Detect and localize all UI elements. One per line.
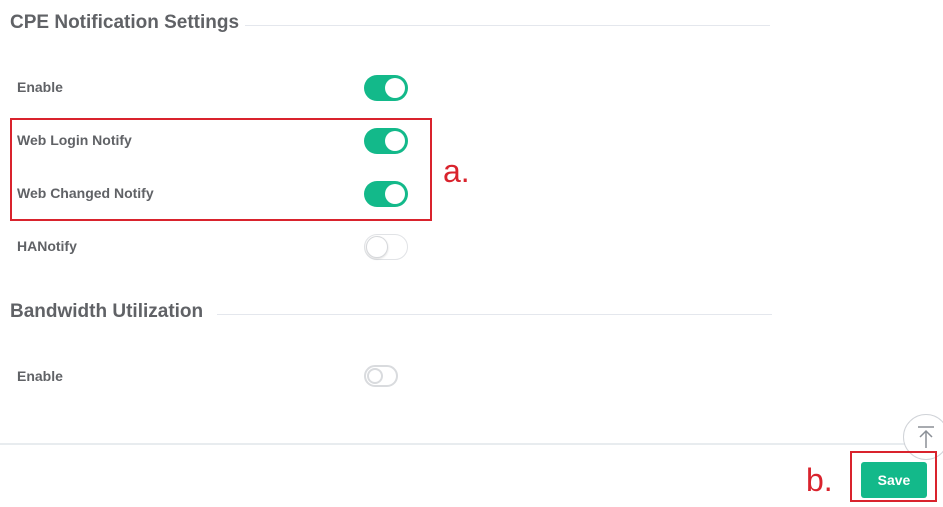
toggle-knob [385, 78, 405, 98]
ha-notify-toggle[interactable] [364, 234, 408, 260]
notification-settings-page: CPE Notification Settings Enable Web Log… [0, 0, 943, 507]
bandwidth-enable-toggle[interactable] [364, 365, 398, 387]
annotation-box-a [10, 118, 432, 221]
cpe-notification-settings-title: CPE Notification Settings [10, 12, 240, 33]
annotation-label-a: a. [443, 153, 470, 189]
save-button[interactable]: Save [861, 462, 927, 498]
cpe-enable-toggle[interactable] [364, 75, 408, 101]
ha-notify-label: HANotify [17, 238, 77, 254]
section-divider [245, 25, 770, 26]
cpe-enable-label: Enable [17, 79, 63, 95]
toggle-knob [366, 236, 388, 258]
toggle-knob [367, 368, 383, 384]
section-divider [217, 314, 772, 315]
annotation-label-b: b. [806, 462, 833, 498]
bandwidth-utilization-title: Bandwidth Utilization [10, 301, 204, 322]
bandwidth-enable-label: Enable [17, 368, 63, 384]
footer-divider [0, 443, 943, 445]
